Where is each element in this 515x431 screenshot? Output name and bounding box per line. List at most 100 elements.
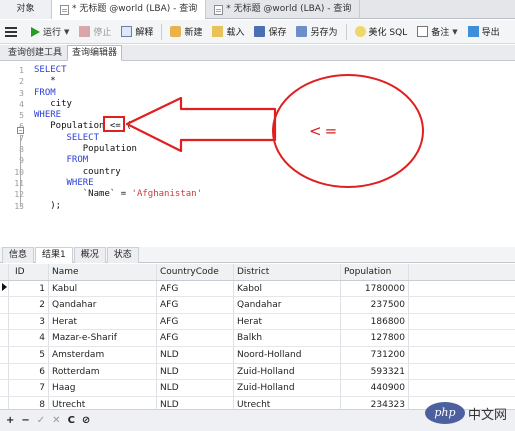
cell-countrycode[interactable]: AFG [157, 330, 234, 346]
beautify-sql-button[interactable]: 美化 SQL [350, 22, 413, 42]
cell-countrycode[interactable]: NLD [157, 380, 234, 396]
hamburger-menu-icon[interactable] [4, 22, 18, 42]
chevron-down-icon: ▼ [64, 27, 70, 36]
cell-district[interactable]: Qandahar [234, 297, 341, 313]
column-header-district[interactable]: District [234, 264, 341, 280]
cell-name[interactable]: Qandahar [49, 297, 157, 313]
cell-population[interactable]: 593321 [341, 363, 409, 380]
line-number: 1 [19, 66, 24, 75]
table-row[interactable]: 3 Herat AFG Herat 186800 [0, 313, 515, 331]
tab-query-builder[interactable]: 查询创建工具 [3, 45, 67, 61]
sql-keyword: WHERE [34, 110, 62, 121]
explain-button[interactable]: 解释 [116, 22, 158, 42]
column-header-name[interactable]: Name [49, 264, 157, 280]
comment-label: 备注 [431, 28, 450, 38]
cell-id[interactable]: 3 [9, 313, 49, 330]
cell-population[interactable]: 186800 [341, 313, 409, 330]
cell-id[interactable]: 6 [9, 363, 49, 380]
cell-district[interactable]: Noord-Holland [234, 346, 341, 363]
cell-name[interactable]: Haag [49, 380, 157, 396]
discard-changes-button[interactable]: ✕ [52, 415, 60, 426]
cell-id[interactable]: 4 [9, 330, 49, 346]
cell-countrycode[interactable]: NLD [157, 363, 234, 380]
cell-population[interactable]: 1780000 [341, 280, 409, 297]
comment-button[interactable]: 备注 ▼ [412, 22, 462, 42]
cell-district[interactable]: Kabol [234, 280, 341, 297]
cell-countrycode[interactable]: AFG [157, 297, 234, 313]
load-button[interactable]: 载入 [207, 22, 249, 42]
tab-query-2-label: * 无标题 @world (LBA) - 查询 [226, 4, 352, 14]
cell-countrycode[interactable]: AFG [157, 313, 234, 330]
cell-population[interactable]: 440900 [341, 380, 409, 396]
grid-header: ID Name CountryCode District Population [0, 264, 515, 281]
code-line: WHERE [34, 178, 202, 189]
save-as-button[interactable]: 另存为 [291, 22, 342, 42]
line-number: 11 [0, 178, 26, 189]
cell-population[interactable]: 731200 [341, 346, 409, 363]
export-button[interactable]: 导出 [463, 22, 505, 42]
tab-status[interactable]: 状态 [106, 247, 139, 263]
column-header-countrycode[interactable]: CountryCode [157, 264, 234, 280]
code-line: SELECT [34, 65, 202, 76]
tab-result-1[interactable]: 结果1 [35, 247, 73, 263]
sql-text: `Name` = [34, 189, 132, 200]
cell-name[interactable]: Rotterdam [49, 363, 157, 380]
play-icon [31, 26, 40, 37]
cell-population[interactable]: 237500 [341, 297, 409, 313]
sql-editor[interactable]: 12345678910111213 − SELECT *FROM cityWHE… [0, 62, 515, 237]
delete-record-button[interactable]: − [21, 415, 29, 426]
apply-changes-button[interactable]: ✓ [37, 415, 45, 426]
table-row[interactable]: 4 Mazar-e-Sharif AFG Balkh 127800 [0, 330, 515, 347]
cell-countrycode[interactable]: NLD [157, 346, 234, 363]
add-record-button[interactable]: + [6, 415, 14, 426]
stop-refresh-button[interactable]: ⊘ [82, 415, 90, 426]
row-marker [0, 380, 9, 396]
stop-button[interactable]: 停止 [74, 22, 116, 42]
cell-name[interactable]: Amsterdam [49, 346, 157, 363]
row-marker [0, 346, 9, 363]
cell-name[interactable]: Mazar-e-Sharif [49, 330, 157, 346]
tab-query-editor[interactable]: 查询编辑器 [67, 45, 123, 61]
line-number: 9 [19, 156, 24, 166]
table-row[interactable]: 7 Haag NLD Zuid-Holland 440900 [0, 380, 515, 397]
cell-population[interactable]: 127800 [341, 330, 409, 346]
table-row[interactable]: 1 Kabul AFG Kabol 1780000 [0, 280, 515, 298]
tab-info[interactable]: 信息 [2, 247, 35, 263]
cell-id[interactable]: 5 [9, 346, 49, 363]
tab-profile[interactable]: 概况 [73, 247, 106, 263]
cell-district[interactable]: Balkh [234, 330, 341, 346]
table-row[interactable]: 5 Amsterdam NLD Noord-Holland 731200 [0, 346, 515, 364]
tab-query-2[interactable]: * 无标题 @world (LBA) - 查询 [206, 0, 361, 19]
table-row[interactable]: 6 Rotterdam NLD Zuid-Holland 593321 [0, 363, 515, 381]
save-button[interactable]: 保存 [249, 22, 291, 42]
tab-objects[interactable]: 对象 [0, 0, 52, 19]
new-button[interactable]: 新建 [165, 22, 207, 42]
cell-id[interactable]: 2 [9, 297, 49, 313]
sql-text: Population [34, 144, 137, 155]
tab-query-1[interactable]: * 无标题 @world (LBA) - 查询 [52, 0, 207, 19]
cell-district[interactable]: Zuid-Holland [234, 363, 341, 380]
cell-id[interactable]: 1 [9, 280, 49, 297]
fold-toggle-icon[interactable]: − [17, 127, 24, 134]
save-label: 保存 [268, 28, 287, 38]
current-row-arrow-icon [1, 282, 7, 291]
cell-id[interactable]: 7 [9, 380, 49, 396]
cell-district[interactable]: Zuid-Holland [234, 380, 341, 396]
query-doc-icon [60, 4, 69, 15]
cell-name[interactable]: Kabul [49, 280, 157, 297]
folder-icon [212, 26, 224, 37]
cell-district[interactable]: Herat [234, 313, 341, 330]
cell-name[interactable]: Herat [49, 313, 157, 330]
fold-guide [20, 135, 21, 207]
php-logo: php [424, 402, 465, 424]
beautify-icon [354, 26, 366, 37]
sql-keyword: SELECT [34, 132, 100, 143]
run-button[interactable]: 运行 ▼ [26, 22, 74, 42]
refresh-button[interactable]: C [68, 415, 75, 426]
table-row[interactable]: 2 Qandahar AFG Qandahar 237500 [0, 297, 515, 314]
column-header-population[interactable]: Population [341, 264, 409, 280]
column-header-id[interactable]: ID [9, 264, 49, 280]
code-line: city [34, 99, 202, 110]
cell-countrycode[interactable]: AFG [157, 280, 234, 297]
new-label: 新建 [184, 28, 203, 38]
